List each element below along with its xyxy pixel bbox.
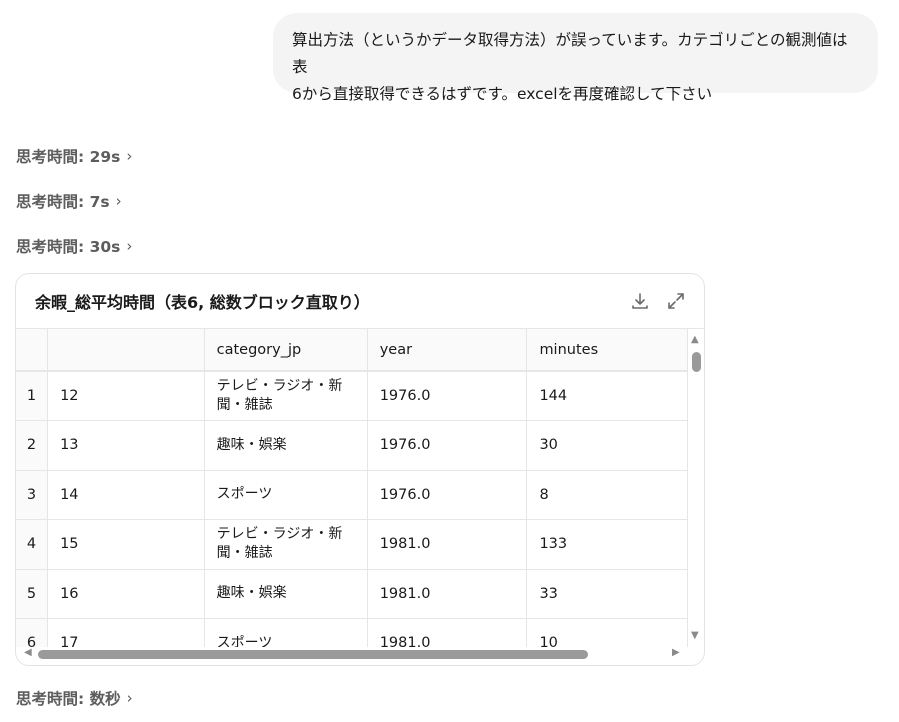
table-cell[interactable]: 16	[47, 569, 205, 619]
column-header-index[interactable]	[16, 329, 49, 372]
table-cell[interactable]: スポーツ	[204, 470, 368, 520]
column-header-unnamed[interactable]	[47, 329, 205, 372]
chevron-right-icon: ›	[126, 689, 133, 707]
scroll-right-arrow-icon[interactable]: ▶	[672, 647, 680, 658]
table-cell[interactable]: 13	[47, 420, 205, 471]
scroll-left-arrow-icon[interactable]: ◀	[24, 647, 32, 658]
chevron-right-icon: ›	[115, 192, 122, 210]
table-row: 2 13 趣味・娯楽 1976.0 30	[16, 420, 688, 471]
vertical-scrollbar[interactable]	[690, 329, 704, 647]
table-cell[interactable]: 1981.0	[367, 618, 528, 647]
chevron-right-icon: ›	[126, 237, 133, 255]
table-row: 4 15 テレビ・ラジオ・新聞・雑誌 1981.0 133	[16, 519, 688, 570]
table-cell[interactable]: 12	[47, 371, 205, 421]
thought-toggle-1[interactable]: 思考時間: 29s ›	[16, 145, 132, 167]
chevron-right-icon: ›	[126, 147, 133, 165]
table-cell[interactable]: 15	[47, 519, 205, 570]
row-index-cell: 1	[16, 371, 49, 421]
table-cell[interactable]: テレビ・ラジオ・新聞・雑誌	[204, 371, 368, 421]
horizontal-scroll-thumb[interactable]	[38, 650, 588, 659]
table-cell[interactable]: 133	[526, 519, 688, 570]
download-icon[interactable]	[630, 291, 650, 311]
column-header-category-jp[interactable]: category_jp	[204, 329, 368, 372]
scroll-up-arrow-icon[interactable]: ▲	[691, 334, 699, 345]
table-cell[interactable]: 30	[526, 420, 688, 471]
column-header-year[interactable]: year	[367, 329, 528, 372]
row-index-cell: 5	[16, 569, 49, 619]
panel-header: 余暇_総平均時間（表6, 総数ブロック直取り）	[16, 274, 704, 329]
table-header-row: category_jp year minutes	[16, 329, 688, 372]
user-message-bubble: 算出方法（というかデータ取得方法）が誤っています。カテゴリごとの観測値は表 6か…	[273, 13, 878, 103]
thought-label: 思考時間: 30s	[16, 238, 121, 256]
table-row: 3 14 スポーツ 1976.0 8	[16, 470, 688, 520]
row-index-cell: 4	[16, 519, 49, 570]
thought-label: 思考時間: 7s	[16, 193, 110, 211]
table-cell[interactable]: 10	[526, 618, 688, 647]
table-row: 5 16 趣味・娯楽 1981.0 33	[16, 569, 688, 619]
table-cell[interactable]: 趣味・娯楽	[204, 420, 368, 471]
table-cell[interactable]: 33	[526, 569, 688, 619]
table-cell[interactable]: 趣味・娯楽	[204, 569, 368, 619]
scroll-down-arrow-icon[interactable]: ▼	[691, 630, 699, 641]
thought-toggle-4[interactable]: 思考時間: 数秒 ›	[16, 687, 133, 709]
thought-label: 思考時間: 29s	[16, 148, 121, 166]
data-table: category_jp year minutes 1 12 テレビ・ラジオ・新聞…	[16, 329, 688, 647]
table-cell[interactable]: 1981.0	[367, 569, 528, 619]
table-cell[interactable]: 1976.0	[367, 470, 528, 520]
row-index-cell: 3	[16, 470, 49, 520]
table-row: 1 12 テレビ・ラジオ・新聞・雑誌 1976.0 144	[16, 371, 688, 421]
table-cell[interactable]: 1976.0	[367, 371, 528, 421]
data-grid[interactable]: category_jp year minutes 1 12 テレビ・ラジオ・新聞…	[16, 329, 688, 647]
table-row: 6 17 スポーツ 1981.0 10	[16, 618, 688, 647]
table-cell[interactable]: テレビ・ラジオ・新聞・雑誌	[204, 519, 368, 570]
row-index-cell: 2	[16, 420, 49, 471]
row-index-cell: 6	[16, 618, 49, 647]
expand-icon[interactable]	[666, 291, 686, 311]
panel-title: 余暇_総平均時間（表6, 総数ブロック直取り）	[35, 293, 370, 312]
vertical-scroll-thumb[interactable]	[692, 352, 701, 372]
user-message-line-1: 算出方法（というかデータ取得方法）が誤っています。カテゴリごとの観測値は表	[292, 31, 848, 76]
table-cell[interactable]: 8	[526, 470, 688, 520]
table-cell[interactable]: スポーツ	[204, 618, 368, 647]
thought-toggle-3[interactable]: 思考時間: 30s ›	[16, 235, 132, 257]
table-cell[interactable]: 1976.0	[367, 420, 528, 471]
table-cell[interactable]: 144	[526, 371, 688, 421]
thought-label: 思考時間: 数秒	[16, 690, 121, 708]
table-cell[interactable]: 17	[47, 618, 205, 647]
column-header-minutes[interactable]: minutes	[526, 329, 688, 372]
data-table-panel: 余暇_総平均時間（表6, 総数ブロック直取り） category_jp year	[15, 273, 705, 666]
user-message-line-2: 6から直接取得できるはずです。excelを再度確認して下さい	[292, 85, 713, 103]
table-cell[interactable]: 14	[47, 470, 205, 520]
table-cell[interactable]: 1981.0	[367, 519, 528, 570]
thought-toggle-2[interactable]: 思考時間: 7s ›	[16, 190, 122, 212]
